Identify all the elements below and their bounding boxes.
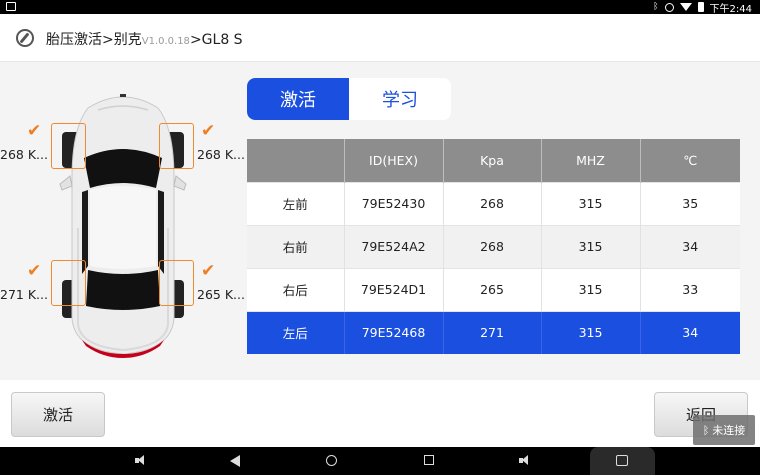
title-prefix: 胎压激活>别克 [46, 32, 142, 48]
connection-status-text: 未连接 [712, 424, 746, 437]
col-header-id: ID(HEX) [344, 139, 444, 182]
status-bar: ᛒ 下午2:44 [0, 0, 760, 15]
cell-temp: 35 [640, 181, 740, 225]
table-row[interactable]: 右后 79E524D1 265 315 33 [247, 267, 740, 311]
system-nav-bar [0, 447, 760, 475]
rear-left-tire-frame [51, 260, 86, 306]
rear-left-check-icon: ✔ [27, 261, 42, 281]
cell-position: 右后 [247, 267, 345, 311]
rear-left-pressure: 271 K... [0, 287, 48, 302]
col-header-mhz: MHZ [541, 139, 641, 182]
main-content: ✔ 268 K... ✔ 268 K... ✔ 271 K... ✔ 265 K… [0, 62, 760, 380]
cell-id: 79E52430 [344, 181, 444, 225]
front-right-tire-frame [159, 123, 194, 169]
nav-home-icon[interactable] [326, 455, 337, 466]
front-left-tire-frame [51, 123, 86, 169]
car-diagram: ✔ 268 K... ✔ 268 K... ✔ 271 K... ✔ 265 K… [0, 62, 245, 380]
rear-right-check-icon: ✔ [201, 261, 216, 281]
front-left-pressure: 268 K... [0, 147, 48, 162]
cell-kpa: 268 [443, 224, 542, 268]
tire-data-table: ID(HEX) Kpa MHZ ℃ 左前 79E52430 268 315 35… [247, 139, 740, 354]
volume-up-icon[interactable] [519, 455, 529, 465]
cell-mhz: 315 [541, 267, 641, 311]
cell-position: 右前 [247, 224, 345, 268]
rear-right-tire-frame [159, 260, 194, 306]
do-not-disturb-icon [664, 2, 674, 12]
notification-icon [6, 2, 16, 11]
cell-temp: 34 [640, 224, 740, 268]
col-header-temp: ℃ [640, 139, 740, 182]
tab-activate[interactable]: 激活 [247, 78, 349, 120]
table-row[interactable]: 左前 79E52430 268 315 35 [247, 181, 740, 225]
front-left-check-icon: ✔ [27, 121, 42, 141]
wifi-icon [679, 3, 692, 11]
table-header-row: ID(HEX) Kpa MHZ ℃ [247, 139, 740, 182]
volume-down-icon[interactable] [135, 455, 145, 465]
cell-mhz: 315 [541, 310, 641, 354]
status-icons: ᛒ 下午2:44 [653, 0, 752, 15]
connection-toast: ᛒ 未连接 [693, 415, 755, 445]
nav-back-icon[interactable] [230, 455, 240, 467]
cell-kpa: 265 [443, 267, 542, 311]
cell-id: 79E524D1 [344, 267, 444, 311]
bluetooth-icon: ᛒ [702, 423, 710, 437]
cell-position: 左前 [247, 181, 345, 225]
battery-icon [697, 2, 704, 12]
title-bar: 胎压激活>别克V1.0.0.18>GL8 S [0, 14, 760, 62]
cell-mhz: 315 [541, 181, 641, 225]
cell-kpa: 271 [443, 310, 542, 354]
front-right-pressure: 268 K... [197, 147, 245, 162]
rear-right-pressure: 265 K... [197, 287, 245, 302]
footer-bar: 激活 返回 ᛒ 未连接 [0, 380, 760, 447]
cell-temp: 34 [640, 310, 740, 354]
compass-icon [16, 29, 34, 47]
title-suffix: >GL8 S [189, 32, 243, 48]
cell-id: 79E52468 [344, 310, 444, 354]
front-right-check-icon: ✔ [201, 121, 216, 141]
nav-recents-icon[interactable] [424, 455, 434, 465]
page-title: 胎压激活>别克V1.0.0.18>GL8 S [46, 29, 243, 49]
cell-temp: 33 [640, 267, 740, 311]
table-row[interactable]: 右前 79E524A2 268 315 34 [247, 224, 740, 268]
cell-mhz: 315 [541, 224, 641, 268]
mode-tabs: 激活 学习 [247, 78, 451, 120]
col-header-position [247, 139, 345, 182]
cell-kpa: 268 [443, 181, 542, 225]
tab-learn[interactable]: 学习 [349, 78, 451, 120]
screenshot-icon [616, 455, 628, 466]
status-time: 下午2:44 [709, 3, 752, 15]
cell-id: 79E524A2 [344, 224, 444, 268]
col-header-kpa: Kpa [443, 139, 542, 182]
bluetooth-icon: ᛒ [653, 2, 659, 12]
screenshot-button[interactable] [590, 447, 655, 475]
activate-button[interactable]: 激活 [11, 392, 105, 437]
cell-position: 左后 [247, 310, 345, 354]
version-label: V1.0.0.18 [141, 36, 190, 47]
table-row-selected[interactable]: 左后 79E52468 271 315 34 [247, 310, 740, 354]
